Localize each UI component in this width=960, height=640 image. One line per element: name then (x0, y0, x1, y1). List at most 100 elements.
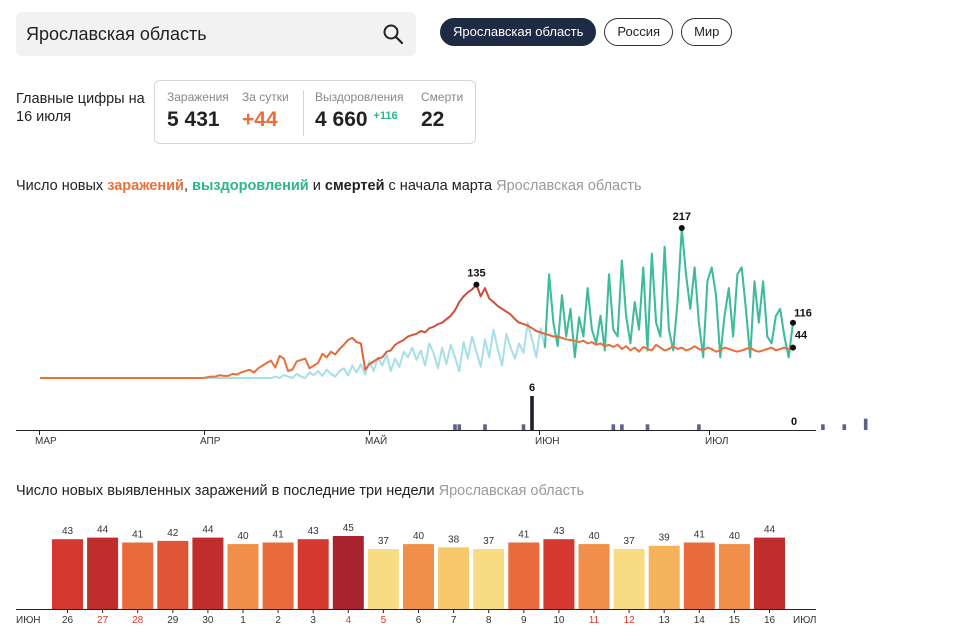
bar-value-label: 37 (378, 536, 390, 547)
bar (87, 537, 119, 609)
x-tick-label: 29 (167, 615, 179, 626)
x-tick-label: 9 (521, 615, 527, 626)
x-tick-label: 5 (381, 615, 387, 626)
bar (683, 542, 715, 609)
chart1-title-deaths: смертей (324, 178, 385, 194)
region-tab-world[interactable]: Мир (681, 18, 733, 46)
bar (262, 542, 294, 609)
stat-infections-label: Заражения (167, 90, 229, 104)
chart1-title: Число новых заражений, выздоровлений и с… (16, 178, 642, 194)
bar (332, 536, 364, 609)
stat-divider (303, 90, 304, 136)
bar-value-label: 39 (659, 533, 671, 544)
bar-value-label: 40 (588, 531, 600, 542)
region-tab-russia[interactable]: Россия (604, 18, 674, 46)
chart1-region: Ярославская область (496, 178, 642, 194)
month-label-right: ИЮЛ (793, 615, 816, 626)
search-box[interactable] (16, 12, 416, 56)
bar-value-label: 41 (132, 529, 144, 540)
bar (122, 542, 154, 609)
bar-value-label: 41 (694, 529, 706, 540)
deaths-bar (611, 424, 616, 430)
deaths-bar (620, 424, 624, 430)
bar-value-label: 38 (448, 534, 460, 545)
bar (438, 547, 470, 609)
x-tick-label: 30 (202, 615, 214, 626)
stat-recovered: Выздоровления 4 660 +116 (315, 90, 404, 132)
x-tick-label: 7 (451, 615, 457, 626)
deaths-bar (530, 396, 534, 430)
bar (508, 542, 540, 609)
bar-value-label: 43 (308, 526, 320, 537)
x-tick-label: 1 (240, 615, 246, 626)
bar-value-label: 41 (273, 529, 285, 540)
bar (192, 537, 224, 609)
bar (754, 537, 785, 609)
chart2-title-text: Число новых выявленных заражений в после… (16, 483, 435, 499)
x-tick-label: 27 (97, 615, 109, 626)
infections-line (40, 283, 794, 379)
x-tick-label: 11 (589, 615, 600, 626)
x-tick-label: 26 (62, 615, 74, 626)
annotation-label: 6 (529, 382, 535, 394)
bar-value-label: 43 (62, 526, 74, 537)
x-tick-label: 13 (659, 615, 671, 626)
bar (403, 544, 434, 609)
x-tick-label: 4 (346, 615, 352, 626)
deaths-bar (457, 424, 462, 430)
x-tick-label: ИЮЛ (705, 436, 728, 447)
deaths-bar (863, 418, 868, 430)
stat-infections: Заражения 5 431 (167, 90, 229, 132)
summary-title: Главные цифры на 16 июля (16, 91, 145, 125)
x-tick-label: 2 (275, 615, 281, 626)
stat-recovered-value-row: 4 660 +116 (315, 108, 404, 132)
deaths-bar (645, 424, 650, 430)
stat-infections-value: 5 431 (167, 108, 220, 131)
bar (52, 539, 83, 609)
bar (227, 544, 259, 609)
bar (473, 549, 505, 609)
bar-value-label: 37 (624, 536, 636, 547)
x-tick-label: ИЮН (535, 436, 560, 447)
bar-value-label: 40 (729, 531, 741, 542)
stat-deaths: Смерти 22 (421, 90, 463, 132)
x-tick-label: 12 (624, 615, 636, 626)
bar (613, 549, 645, 609)
bar-value-label: 37 (483, 536, 495, 547)
chart1-title-infections: заражений (107, 178, 184, 194)
line-chart: МАР АПР МАЙ ИЮН ИЮЛ 135 217 6 116 44 0 (16, 211, 868, 447)
region-tab-yaroslavl[interactable]: Ярославская область (440, 18, 597, 46)
bar-value-label: 41 (518, 529, 530, 540)
x-tick-label: 3 (310, 615, 316, 626)
chart1-title-comma: , (183, 178, 193, 194)
stat-day-label: За сутки (242, 90, 289, 104)
bar-value-label: 43 (553, 526, 565, 537)
bar-value-label: 40 (237, 531, 249, 542)
stat-day: За сутки +44 (242, 90, 289, 132)
annotation-label: 0 (791, 416, 797, 428)
chart1-title-suffix: с начала марта (384, 178, 493, 194)
search-icon[interactable] (382, 23, 404, 45)
recoveries-line (543, 227, 794, 359)
bar-value-label: 44 (764, 525, 776, 536)
deaths-bar (521, 424, 526, 430)
x-tick-label: 28 (132, 615, 144, 626)
deaths-bar (697, 424, 701, 430)
x-tick-label: 8 (486, 615, 492, 626)
x-tick-label: МАЙ (365, 434, 387, 447)
bar (367, 549, 399, 609)
month-label-left: ИЮН (16, 615, 41, 626)
bar (578, 544, 610, 609)
deaths-bar (842, 424, 847, 430)
deaths-bar (453, 424, 457, 430)
recoveries-line-light (40, 227, 794, 379)
annotation-label: 135 (467, 268, 485, 280)
stat-deaths-value: 22 (421, 108, 445, 131)
bar (543, 539, 575, 609)
summary-card: Заражения 5 431 За сутки +44 Выздоровлен… (154, 80, 476, 144)
bar-value-label: 40 (413, 531, 425, 542)
stat-recovered-value: 4 660 (315, 108, 368, 131)
x-tick-label: 15 (729, 615, 741, 626)
annotation-label: 217 (673, 211, 691, 223)
search-input[interactable] (26, 20, 366, 48)
